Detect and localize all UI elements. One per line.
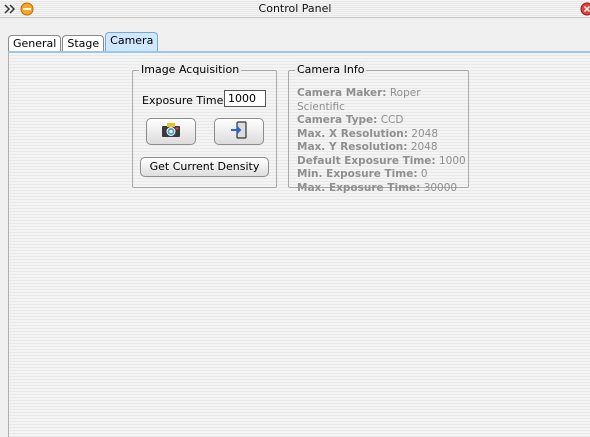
exposure-time-input[interactable]: 1000 [224,90,266,107]
image-acquisition-legend: Image Acquisition [139,63,242,77]
info-label: Camera Type: [297,114,378,126]
info-row-maker: Camera Maker: Roper Scientific [297,87,468,114]
image-acquisition-group: Image Acquisition Exposure Time: 1000 Ge… [132,63,277,188]
tab-general[interactable]: General [8,35,62,51]
info-label: Camera Maker: [297,87,387,99]
info-row-max-y: Max. Y Resolution: 2048 [297,141,468,155]
info-value: 2048 [411,127,439,140]
window-title: Control Panel [258,2,332,15]
exit-button[interactable] [214,118,264,145]
info-row-type: Camera Type: CCD [297,114,468,128]
info-row-max-x: Max. X Resolution: 2048 [297,128,468,142]
acquire-image-button[interactable] [146,118,196,145]
info-row-min-exposure: Min. Exposure Time: 0 [297,168,468,182]
tab-bar: General Stage Camera [8,32,159,51]
info-row-default-exposure: Default Exposure Time: 1000 [297,155,468,169]
info-label: Max. Exposure Time: [297,181,421,194]
title-bar: Control Panel [0,0,590,18]
close-icon [580,2,590,16]
camera-info-legend: Camera Info [295,63,367,77]
exit-icon [230,121,248,142]
info-label: Max. X Resolution: [297,127,408,140]
info-row-max-exposure: Max. Exposure Time: 30000 [297,182,468,196]
info-value: 0 [420,168,428,180]
info-label: Default Exposure Time: [297,154,436,167]
close-button[interactable] [580,2,590,19]
camera-info-group: Camera Info Camera Maker: Roper Scientif… [288,63,469,194]
info-label: Min. Exposure Time: [297,168,418,180]
info-value: 2048 [410,141,438,153]
info-value: CCD [380,114,404,126]
info-value: 1000 [438,154,466,167]
camera-info-list: Camera Maker: Roper Scientific Camera Ty… [297,87,468,195]
exposure-time-label: Exposure Time: [142,94,228,107]
get-current-density-button[interactable]: Get Current Density [140,157,269,177]
tab-camera[interactable]: Camera [105,32,159,51]
info-value: 30000 [423,181,458,194]
tab-stage[interactable]: Stage [62,35,105,51]
camera-panel: Image Acquisition Exposure Time: 1000 Ge… [8,51,590,437]
info-label: Max. Y Resolution: [297,141,408,153]
camera-icon [161,122,181,141]
